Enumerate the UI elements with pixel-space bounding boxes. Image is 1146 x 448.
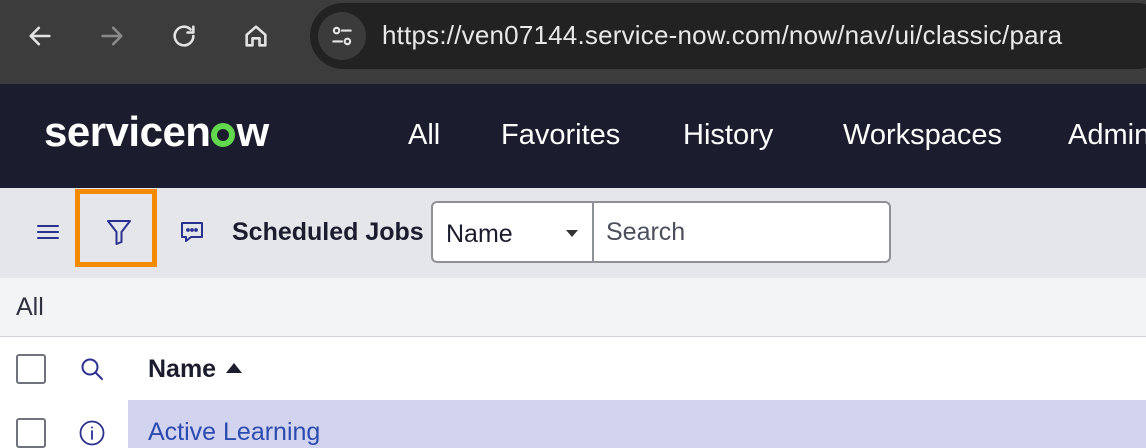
back-arrow-icon: [29, 26, 51, 46]
forward-button[interactable]: [88, 12, 136, 60]
chat-bubble-icon: [181, 222, 203, 242]
home-icon: [245, 25, 267, 47]
chevron-down-icon: [566, 230, 578, 237]
logo-o-icon: [211, 123, 236, 147]
browser-toolbar: https://ven07144.service-now.com/now/nav…: [0, 0, 1146, 85]
forward-arrow-icon: [101, 26, 123, 46]
reload-icon: [173, 25, 195, 47]
back-button[interactable]: [16, 12, 64, 60]
nav-admin[interactable]: Admin: [1068, 119, 1146, 152]
column-search-button[interactable]: [76, 353, 108, 385]
breadcrumb-all[interactable]: All: [16, 293, 44, 322]
search-input[interactable]: [593, 201, 891, 263]
servicenow-logo[interactable]: servicen w: [44, 108, 269, 156]
row-name-link[interactable]: Active Learning: [148, 418, 320, 447]
row-checkbox[interactable]: [16, 418, 46, 448]
hamburger-menu-icon: [37, 225, 59, 239]
filter-button[interactable]: [98, 210, 140, 254]
list-menu-button[interactable]: [30, 216, 66, 248]
nav-all[interactable]: All: [408, 119, 440, 152]
search-icon: [81, 358, 103, 380]
site-info-button[interactable]: [318, 12, 366, 60]
column-header-name[interactable]: Name: [148, 355, 243, 384]
url-text[interactable]: https://ven07144.service-now.com/now/nav…: [382, 20, 1062, 51]
logo-text-right: w: [236, 108, 269, 155]
nav-history[interactable]: History: [683, 119, 773, 152]
breadcrumb-bar: All: [0, 278, 1146, 337]
search-field-select-value: Name: [446, 220, 513, 248]
activity-stream-button[interactable]: [174, 214, 210, 250]
info-icon: [79, 420, 105, 446]
row-preview-button[interactable]: [76, 418, 108, 448]
nav-workspaces[interactable]: Workspaces: [843, 119, 1002, 152]
logo-text-left: servicen: [44, 108, 211, 155]
column-header-name-label: Name: [148, 355, 217, 383]
table-header: Name: [0, 337, 1146, 401]
nav-favorites[interactable]: Favorites: [501, 119, 620, 152]
sort-ascending-icon: [226, 363, 243, 373]
table-row: Active Learning: [0, 400, 1146, 448]
address-bar[interactable]: https://ven07144.service-now.com/now/nav…: [310, 3, 1146, 69]
home-button[interactable]: [232, 12, 280, 60]
app-header: servicen w All Favorites History Workspa…: [0, 84, 1146, 188]
search-field-select[interactable]: Name: [431, 201, 594, 263]
site-info-icon: [332, 26, 352, 46]
filter-icon: [107, 220, 131, 245]
list-title: Scheduled Jobs: [232, 218, 424, 246]
select-all-checkbox[interactable]: [16, 354, 46, 384]
reload-button[interactable]: [160, 12, 208, 60]
